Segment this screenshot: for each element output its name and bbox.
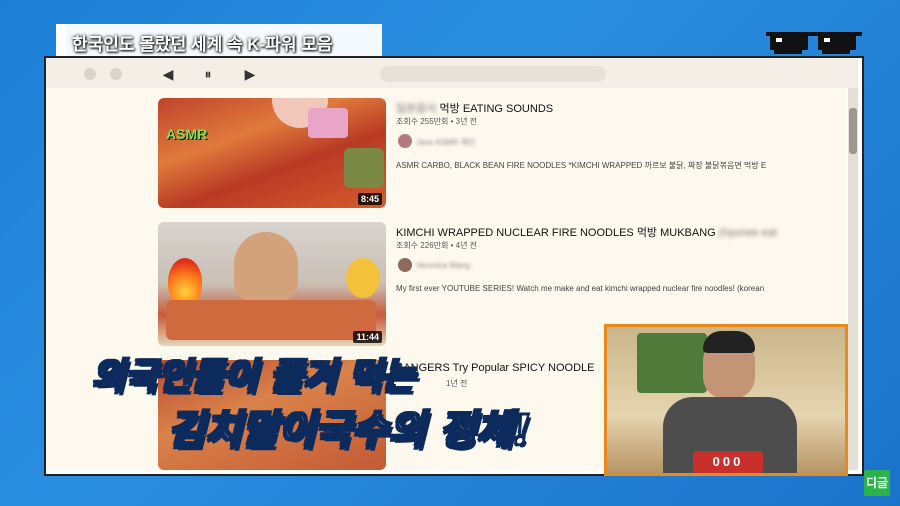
video-title-2[interactable]: KIMCHI WRAPPED NUCLEAR FIRE NOODLES 먹방 M…: [396, 224, 777, 240]
video-description-2: My first ever YOUTUBE SERIES! Watch me m…: [396, 284, 766, 293]
channel-name-1[interactable]: Jane ASMR 제인: [416, 137, 475, 148]
video-title-3[interactable]: BANGERS Try Popular SPICY NOODLE: [396, 362, 594, 374]
pause-icon[interactable]: ⏸: [198, 64, 218, 84]
back-button[interactable]: [84, 68, 96, 80]
subtitle-line-1: 외국인들이 즐겨 먹는: [91, 355, 416, 399]
video-description-1: ASMR CARBO, BLACK BEAN FIRE NOODLES *KIM…: [396, 161, 766, 170]
channel-name-2[interactable]: Veronica Wang: [416, 261, 470, 270]
prev-icon[interactable]: ◀: [158, 64, 178, 84]
window-plants: [637, 333, 707, 393]
asmr-label: ASMR: [166, 126, 208, 142]
thumbs-up-icon: [346, 258, 380, 298]
video-thumbnail-1[interactable]: ASMR 8:45: [158, 98, 386, 208]
reaction-camera: 000: [604, 324, 848, 476]
video-thumbnail-2[interactable]: 11:44: [158, 222, 386, 346]
video-meta-3: 1년 전: [446, 379, 468, 388]
channel-logo: 디글: [864, 470, 890, 496]
food-shape: [344, 148, 384, 188]
video-meta-1: 조회수 255만회 • 3년 전: [396, 117, 478, 126]
video-title-1[interactable]: 일본음식 먹방 EATING SOUNDS: [396, 100, 553, 116]
sunglasses-icon: [766, 32, 862, 54]
person-hair: [703, 331, 755, 353]
address-bar[interactable]: [380, 66, 606, 82]
video-duration: 11:44: [353, 331, 382, 343]
scrollbar-thumb[interactable]: [849, 108, 857, 154]
channel-avatar-1[interactable]: [398, 134, 412, 148]
channel-avatar-2[interactable]: [398, 258, 412, 272]
person-shape: [234, 232, 298, 302]
package-shape: [308, 108, 348, 138]
video-duration: 8:45: [357, 193, 382, 205]
fire-icon: [168, 258, 202, 306]
score-counter: 000: [693, 451, 763, 473]
next-icon[interactable]: ▶: [240, 64, 260, 84]
video-meta-2: 조회수 226만회 • 4년 전: [396, 241, 478, 250]
noodle-tray: [166, 300, 376, 340]
subtitle-line-2: 김치말이국수의 정체!: [167, 406, 532, 455]
episode-title: 한국인도 몰랐던 세계 속 K-파워 모음: [72, 35, 333, 54]
forward-button[interactable]: [110, 68, 122, 80]
